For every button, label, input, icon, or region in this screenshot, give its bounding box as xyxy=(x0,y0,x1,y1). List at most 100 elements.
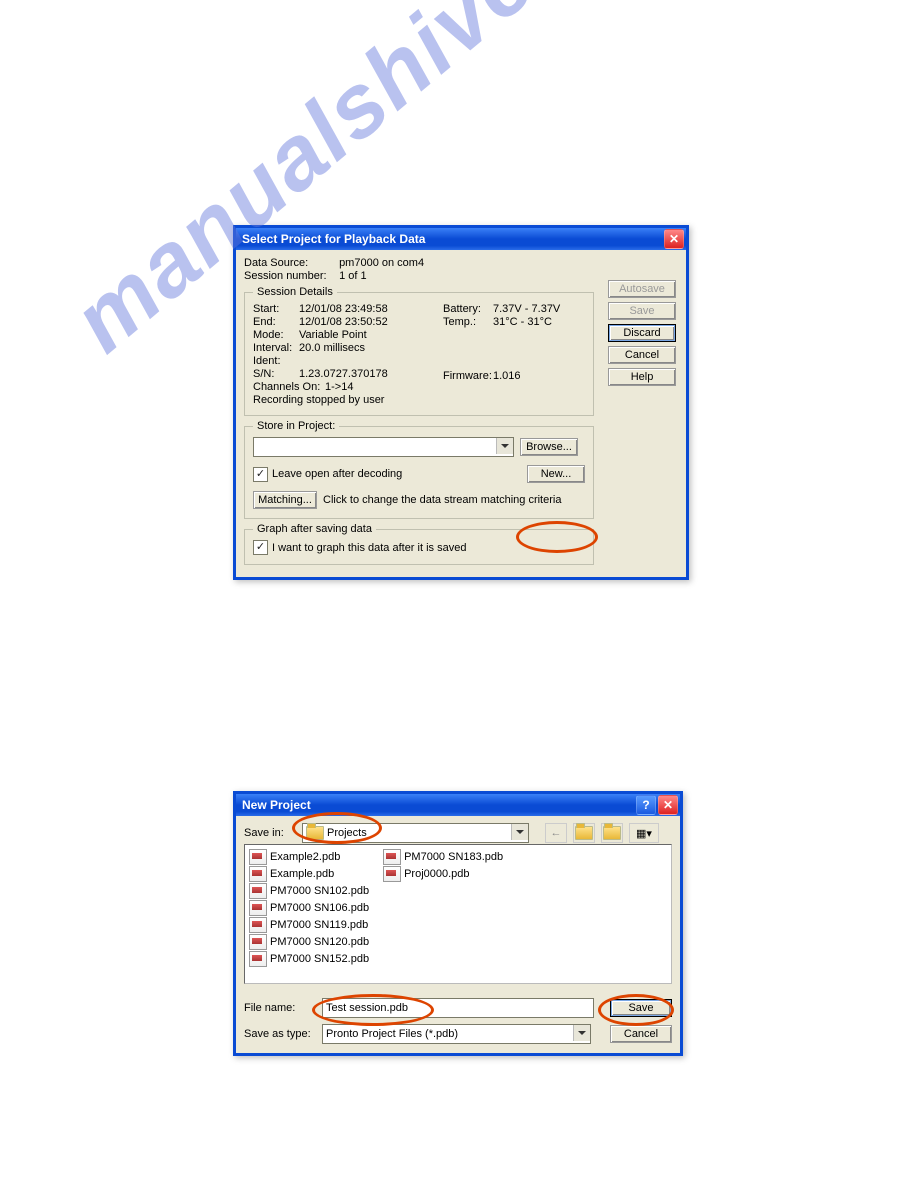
session-number-value: 1 of 1 xyxy=(339,270,367,282)
end-label: End: xyxy=(253,316,299,328)
save-as-type-label: Save as type: xyxy=(244,1028,316,1040)
file-item[interactable]: Example2.pdb xyxy=(249,849,369,865)
up-folder-icon[interactable] xyxy=(573,823,595,843)
battery-label: Battery: xyxy=(443,303,493,315)
end-value: 12/01/08 23:50:52 xyxy=(299,316,388,328)
graph-data-checkbox[interactable] xyxy=(253,540,268,555)
file-item[interactable]: PM7000 SN120.pdb xyxy=(249,934,369,950)
file-item[interactable]: PM7000 SN152.pdb xyxy=(249,951,369,967)
sn-label: S/N: xyxy=(253,368,299,380)
view-menu-icon[interactable]: ▦▾ xyxy=(629,823,659,843)
file-item[interactable]: Example.pdb xyxy=(249,866,369,882)
close-icon[interactable]: ✕ xyxy=(658,795,678,815)
file-label: Example.pdb xyxy=(270,868,334,880)
file-icon xyxy=(249,951,267,967)
file-label: PM7000 SN183.pdb xyxy=(404,851,503,863)
file-icon xyxy=(383,849,401,865)
chevron-down-icon[interactable] xyxy=(496,438,513,454)
save-button[interactable]: Save xyxy=(608,302,676,320)
file-icon xyxy=(249,917,267,933)
project-path-combo[interactable] xyxy=(253,437,514,457)
new-button[interactable]: New... xyxy=(527,465,585,483)
file-item[interactable]: PM7000 SN106.pdb xyxy=(249,900,369,916)
help-icon[interactable]: ? xyxy=(636,795,656,815)
folder-icon xyxy=(306,826,324,840)
store-in-project-group: Store in Project: Browse... Leave open a… xyxy=(244,420,594,519)
firmware-value: 1.016 xyxy=(493,370,521,382)
channels-value: 1->14 xyxy=(325,381,353,393)
data-source-label: Data Source: xyxy=(244,257,336,269)
interval-label: Interval: xyxy=(253,342,299,354)
temp-value: 31°C - 31°C xyxy=(493,316,552,328)
save-as-type-combo[interactable]: Pronto Project Files (*.pdb) xyxy=(322,1024,591,1044)
matching-hint: Click to change the data stream matching… xyxy=(323,494,561,506)
file-label: Example2.pdb xyxy=(270,851,340,863)
session-number-label: Session number: xyxy=(244,270,336,282)
temp-label: Temp.: xyxy=(443,316,493,328)
file-label: PM7000 SN152.pdb xyxy=(270,953,369,965)
save-as-type-value: Pronto Project Files (*.pdb) xyxy=(326,1028,458,1040)
dialog-title: Select Project for Playback Data xyxy=(242,232,425,246)
ident-label: Ident: xyxy=(253,355,299,367)
chevron-down-icon[interactable] xyxy=(573,1025,590,1041)
sn-value: 1.23.0727.370178 xyxy=(299,368,388,380)
file-label: PM7000 SN120.pdb xyxy=(270,936,369,948)
save-in-label: Save in: xyxy=(244,827,298,839)
save-in-combo[interactable]: Projects xyxy=(302,823,529,843)
file-label: PM7000 SN106.pdb xyxy=(270,902,369,914)
dialog-titlebar[interactable]: New Project ? ✕ xyxy=(236,794,680,816)
file-label: PM7000 SN119.pdb xyxy=(270,919,368,931)
session-details-group: Session Details Start:12/01/08 23:49:58 … xyxy=(244,286,594,416)
session-details-legend: Session Details xyxy=(253,286,337,298)
data-source-value: pm7000 on com4 xyxy=(339,257,424,269)
mode-value: Variable Point xyxy=(299,329,367,341)
file-item[interactable]: PM7000 SN119.pdb xyxy=(249,917,369,933)
save-in-value: Projects xyxy=(327,827,367,839)
file-label: Proj0000.pdb xyxy=(404,868,469,880)
new-folder-icon[interactable] xyxy=(601,823,623,843)
recording-status: Recording stopped by user xyxy=(253,394,384,406)
file-item[interactable]: PM7000 SN102.pdb xyxy=(249,883,369,899)
dialog-title: New Project xyxy=(242,798,311,812)
file-icon xyxy=(249,849,267,865)
leave-open-label: Leave open after decoding xyxy=(272,468,402,480)
back-icon[interactable]: ← xyxy=(545,823,567,843)
leave-open-checkbox[interactable] xyxy=(253,467,268,482)
start-label: Start: xyxy=(253,303,299,315)
channels-label: Channels On: xyxy=(253,381,325,393)
discard-button[interactable]: Discard xyxy=(608,324,676,342)
autosave-button[interactable]: Autosave xyxy=(608,280,676,298)
file-item[interactable]: Proj0000.pdb xyxy=(383,866,503,882)
matching-button[interactable]: Matching... xyxy=(253,491,317,509)
dialog-titlebar[interactable]: Select Project for Playback Data ✕ xyxy=(236,228,686,250)
cancel-button[interactable]: Cancel xyxy=(608,346,676,364)
battery-value: 7.37V - 7.37V xyxy=(493,303,560,315)
interval-value: 20.0 millisecs xyxy=(299,342,365,354)
file-name-label: File name: xyxy=(244,1002,316,1014)
save-button[interactable]: Save xyxy=(610,999,672,1017)
file-icon xyxy=(249,900,267,916)
file-name-value: Test session.pdb xyxy=(326,1002,408,1014)
file-list[interactable]: Example2.pdb Example.pdb PM7000 SN102.pd… xyxy=(244,844,672,984)
help-button[interactable]: Help xyxy=(608,368,676,386)
cancel-button[interactable]: Cancel xyxy=(610,1025,672,1043)
file-icon xyxy=(249,883,267,899)
file-label: PM7000 SN102.pdb xyxy=(270,885,369,897)
graph-data-label: I want to graph this data after it is sa… xyxy=(272,542,466,554)
file-item[interactable]: PM7000 SN183.pdb xyxy=(383,849,503,865)
graph-after-saving-group: Graph after saving data I want to graph … xyxy=(244,523,594,565)
start-value: 12/01/08 23:49:58 xyxy=(299,303,388,315)
graph-after-saving-legend: Graph after saving data xyxy=(253,523,376,535)
file-icon xyxy=(249,934,267,950)
mode-label: Mode: xyxy=(253,329,299,341)
firmware-label: Firmware: xyxy=(443,370,493,382)
file-icon xyxy=(383,866,401,882)
file-icon xyxy=(249,866,267,882)
store-in-project-legend: Store in Project: xyxy=(253,420,339,432)
new-project-dialog: New Project ? ✕ Save in: Projects ← ▦▾ E… xyxy=(233,791,683,1056)
select-project-dialog: Select Project for Playback Data ✕ Data … xyxy=(233,225,689,580)
file-name-input[interactable]: Test session.pdb xyxy=(322,998,594,1018)
browse-button[interactable]: Browse... xyxy=(520,438,578,456)
chevron-down-icon[interactable] xyxy=(511,824,528,840)
close-icon[interactable]: ✕ xyxy=(664,229,684,249)
